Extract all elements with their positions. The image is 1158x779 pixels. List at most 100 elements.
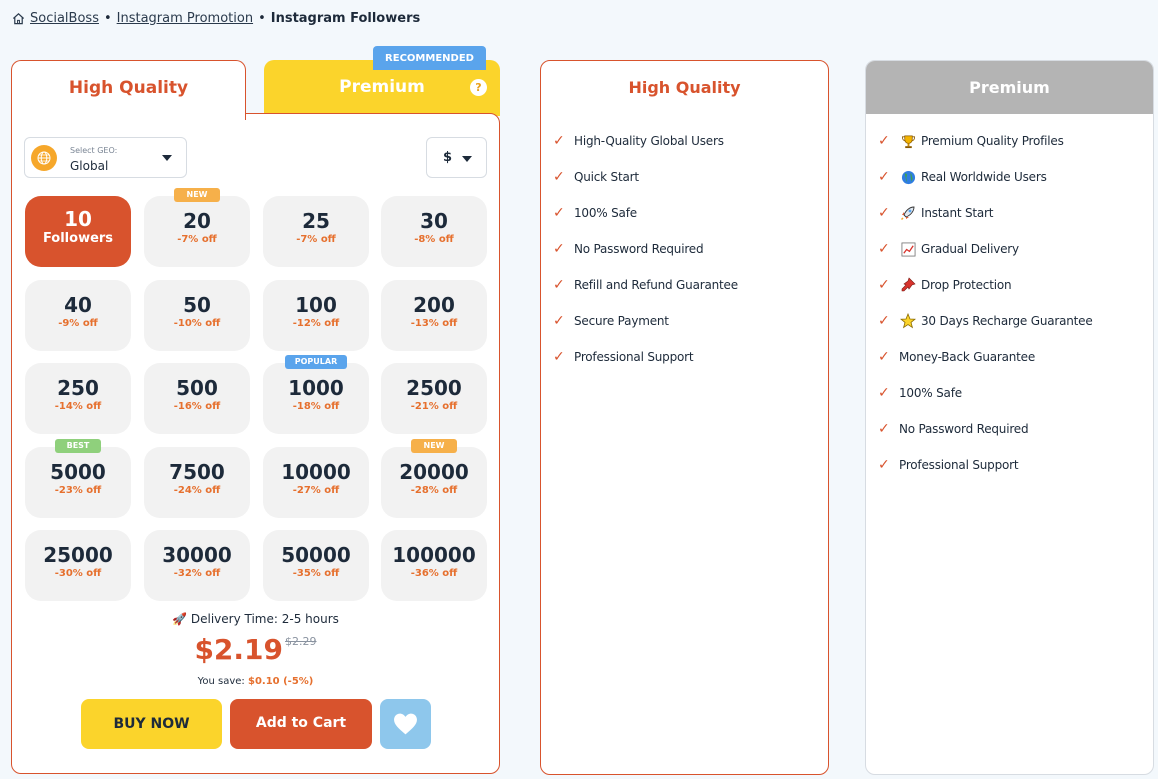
package-option[interactable]: 100000 -36% off — [381, 530, 487, 601]
feature-item: ✓ Quick Start — [553, 169, 639, 185]
add-to-cart-button[interactable]: Add to Cart — [230, 699, 372, 749]
geo-select[interactable]: Select GEO: Global — [24, 137, 187, 178]
package-badge: NEW — [174, 188, 220, 202]
feature-item: ✓ Secure Payment — [553, 313, 669, 329]
package-option[interactable]: 30 -8% off — [381, 196, 487, 267]
feature-text: Refill and Refund Guarantee — [574, 278, 738, 292]
recommended-badge: RECOMMENDED — [373, 46, 486, 70]
package-quantity: 20000 — [399, 460, 469, 484]
package-quantity: 20 — [183, 209, 211, 233]
buy-now-button[interactable]: BUY NOW — [81, 699, 222, 749]
package-quantity: 1000 — [288, 376, 344, 400]
tab-premium-label: Premium — [339, 77, 425, 97]
help-icon[interactable]: ? — [470, 79, 487, 96]
currency-select[interactable]: $ — [426, 137, 487, 178]
package-quantity: 200 — [413, 293, 455, 317]
package-discount: -23% off — [54, 485, 102, 496]
geo-select-value: Global — [70, 159, 109, 173]
chart-icon — [899, 242, 917, 257]
package-quantity: 40 — [64, 293, 92, 317]
check-icon: ✓ — [878, 421, 890, 437]
package-quantity: 30 — [420, 209, 448, 233]
savings: You save: $0.10 (-5%) — [11, 676, 500, 687]
package-option[interactable]: 25000 -30% off — [25, 530, 131, 601]
check-icon: ✓ — [553, 133, 565, 149]
package-option[interactable]: 7500 -24% off — [144, 447, 250, 518]
breadcrumb-category-link[interactable]: Instagram Promotion — [117, 11, 253, 26]
feature-item: ✓ Premium Quality Profiles — [878, 133, 1064, 149]
package-quantity: 5000 — [50, 460, 106, 484]
feature-text: No Password Required — [574, 242, 704, 256]
package-quantity: 10000 — [281, 460, 351, 484]
package-discount: -27% off — [292, 485, 340, 496]
tab-high-quality[interactable]: High Quality — [11, 60, 246, 120]
package-option[interactable]: 20 -7% off — [144, 196, 250, 267]
pin-icon — [899, 277, 917, 293]
delivery-time: 🚀 Delivery Time: 2-5 hours — [11, 612, 500, 626]
feature-item: ✓ 100% Safe — [878, 385, 962, 401]
package-discount: -10% off — [173, 318, 221, 329]
package-option[interactable]: 50 -10% off — [144, 280, 250, 351]
check-icon: ✓ — [878, 385, 890, 401]
check-icon: ✓ — [553, 349, 565, 365]
check-icon: ✓ — [878, 313, 890, 329]
globe-icon — [31, 145, 57, 171]
package-option[interactable]: 50000 -35% off — [263, 530, 369, 601]
package-quantity: 50 — [183, 293, 211, 317]
favorite-button[interactable] — [380, 699, 431, 749]
breadcrumb-home-link[interactable]: SocialBoss — [30, 11, 99, 26]
feature-text: Money-Back Guarantee — [899, 350, 1036, 364]
feature-item: ✓ No Password Required — [553, 241, 704, 257]
feature-text: Premium Quality Profiles — [921, 134, 1064, 148]
premium-features-title: Premium — [969, 78, 1050, 97]
package-discount: -21% off — [410, 401, 458, 412]
currency-value: $ — [443, 150, 453, 165]
package-option[interactable]: 2500 -21% off — [381, 363, 487, 434]
feature-item: ✓ High-Quality Global Users — [553, 133, 724, 149]
package-quantity: 500 — [176, 376, 218, 400]
package-discount: -35% off — [292, 568, 340, 579]
home-icon — [12, 13, 25, 25]
breadcrumb-separator: • — [258, 11, 266, 26]
package-discount: -32% off — [173, 568, 221, 579]
high-quality-features-title: High Quality — [628, 78, 741, 97]
package-badge: NEW — [411, 439, 457, 453]
star-icon — [899, 313, 917, 329]
package-option[interactable]: 40 -9% off — [25, 280, 131, 351]
feature-item: ✓ Instant Start — [878, 205, 993, 221]
package-option[interactable]: 10000 -27% off — [263, 447, 369, 518]
package-option[interactable]: 100 -12% off — [263, 280, 369, 351]
feature-text: 30 Days Recharge Guarantee — [921, 314, 1093, 328]
package-discount: -24% off — [173, 485, 221, 496]
feature-text: High-Quality Global Users — [574, 134, 724, 148]
globe-icon — [899, 170, 917, 185]
package-quantity: 7500 — [169, 460, 225, 484]
package-option[interactable]: 1000 -18% off — [263, 363, 369, 434]
package-option[interactable]: 20000 -28% off — [381, 447, 487, 518]
package-option[interactable]: 200 -13% off — [381, 280, 487, 351]
feature-item: ✓ Money-Back Guarantee — [878, 349, 1035, 365]
check-icon: ✓ — [878, 349, 890, 365]
package-option[interactable]: 10 Followers — [25, 196, 131, 267]
feature-text: Instant Start — [921, 206, 994, 220]
package-option[interactable]: 500 -16% off — [144, 363, 250, 434]
check-icon: ✓ — [553, 169, 565, 185]
package-option[interactable]: 25 -7% off — [263, 196, 369, 267]
old-price: $2.29 — [285, 635, 317, 648]
check-icon: ✓ — [553, 277, 565, 293]
package-option[interactable]: 30000 -32% off — [144, 530, 250, 601]
feature-text: Drop Protection — [921, 278, 1012, 292]
package-quantity: 100 — [295, 293, 337, 317]
package-discount: -13% off — [410, 318, 458, 329]
package-option[interactable]: 5000 -23% off — [25, 447, 131, 518]
chevron-down-icon — [162, 155, 172, 161]
chevron-down-icon — [462, 156, 472, 162]
package-discount: -30% off — [54, 568, 102, 579]
delivery-time-text: Delivery Time: 2-5 hours — [190, 612, 339, 626]
feature-item: ✓ Gradual Delivery — [878, 241, 1019, 257]
package-option[interactable]: 250 -14% off — [25, 363, 131, 434]
feature-text: No Password Required — [899, 422, 1029, 436]
package-quantity: 50000 — [281, 543, 351, 567]
price-row: $2.19 $2.29 — [11, 633, 500, 666]
current-price: $2.19 — [194, 633, 284, 666]
